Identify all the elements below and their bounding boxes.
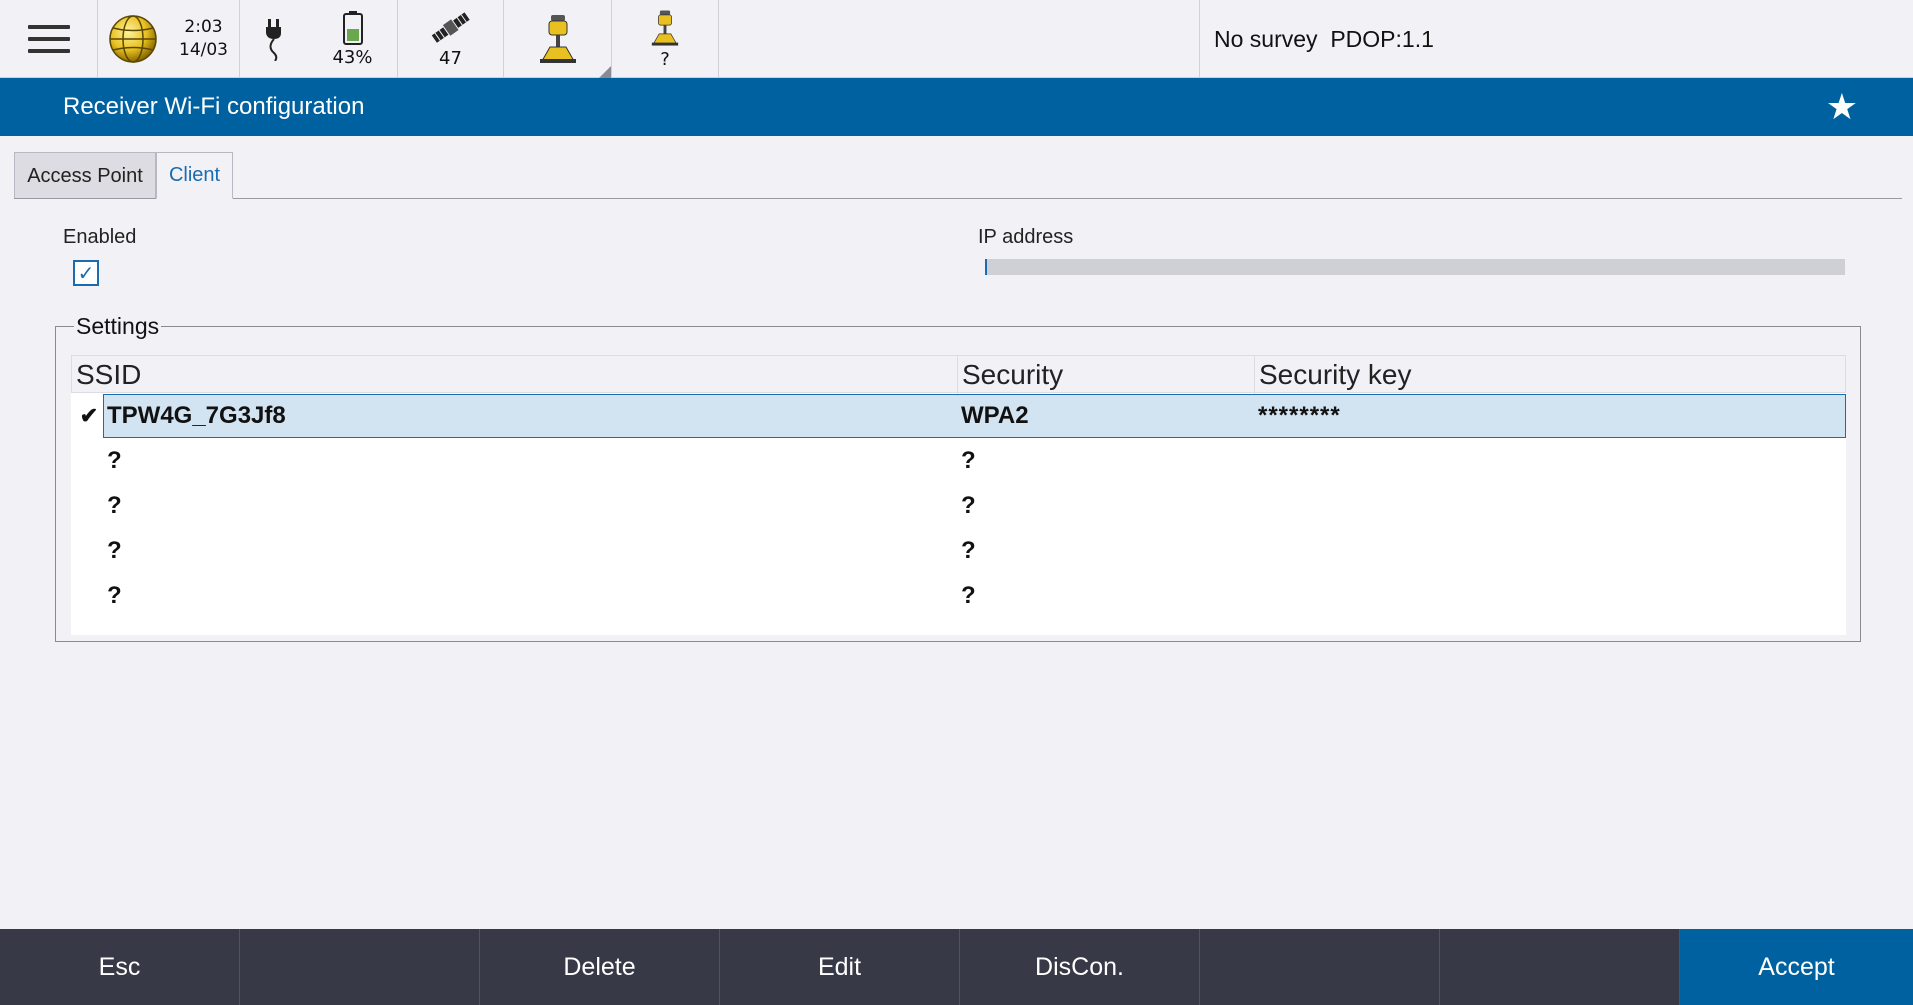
wifi-network-table: SSID Security Security key ✔ TPW4G_7G3Jf…	[71, 355, 1846, 635]
delete-button[interactable]: Delete	[480, 929, 720, 1005]
battery-percent: 43%	[332, 46, 373, 68]
ssid-cell: ?	[107, 447, 122, 474]
ssid-cell: ?	[107, 492, 122, 519]
title-bar: Receiver Wi-Fi configuration ★	[0, 78, 1913, 136]
accept-button[interactable]: Accept	[1680, 929, 1913, 1005]
pdop-text: PDOP:1.1	[1330, 25, 1434, 52]
edit-button[interactable]: Edit	[720, 929, 960, 1005]
satellite-count: 47	[439, 47, 462, 69]
globe-icon	[109, 15, 157, 63]
softkey-empty-3	[1440, 929, 1680, 1005]
ip-address-field[interactable]	[985, 259, 1845, 275]
ssid-cell: ?	[107, 537, 122, 564]
receiver-2-text: ?	[660, 48, 670, 70]
globe-button[interactable]	[98, 0, 168, 78]
battery-icon	[342, 10, 363, 45]
power-status[interactable]	[240, 0, 308, 78]
clock: 2:03 14/03	[168, 0, 240, 78]
menu-icon	[27, 25, 70, 53]
receiver-status-2[interactable]: ?	[612, 0, 719, 78]
esc-button[interactable]: Esc	[0, 929, 240, 1005]
table-row[interactable]: ✔ TPW4G_7G3Jf8 WPA2 ********	[71, 394, 1846, 438]
security-cell: ?	[961, 537, 976, 564]
star-icon[interactable]: ★	[1826, 89, 1858, 125]
table-header: SSID Security Security key	[71, 355, 1846, 394]
tab-bar: Access Point Client	[14, 152, 233, 199]
softkey-empty-2	[1200, 929, 1440, 1005]
survey-status-text: No survey	[1214, 25, 1318, 52]
ssid-cell: ?	[107, 582, 122, 609]
tab-divider	[14, 198, 1902, 199]
menu-button[interactable]	[0, 0, 98, 78]
gnss-receiver-icon	[539, 15, 576, 63]
receiver-status[interactable]	[504, 0, 612, 78]
connected-check-icon: ✔	[79, 403, 99, 428]
power-plug-icon	[266, 19, 281, 61]
time-text: 2:03	[184, 17, 223, 37]
softkey-bar: Esc Delete Edit DisCon. Accept	[0, 929, 1913, 1005]
enabled-label: Enabled	[63, 226, 137, 248]
security-key-cell: ********	[1258, 402, 1341, 429]
security-cell: ?	[961, 492, 976, 519]
satellite-status[interactable]: 47	[398, 0, 504, 78]
survey-status[interactable]: No survey PDOP:1.1	[1199, 0, 1913, 78]
tab-access-point[interactable]: Access Point	[14, 152, 156, 199]
status-bar: 2:03 14/03 43% 47 ? No survey PDOP:1.1	[0, 0, 1913, 78]
date-text: 14/03	[179, 40, 228, 60]
column-header-ssid[interactable]: SSID	[72, 356, 958, 394]
tab-client[interactable]: Client	[156, 152, 233, 199]
ssid-cell: TPW4G_7G3Jf8	[107, 402, 286, 429]
table-row[interactable]: ? ?	[71, 529, 1846, 573]
corner-indicator	[599, 66, 611, 78]
table-row[interactable]: ? ?	[71, 574, 1846, 618]
disconnect-button[interactable]: DisCon.	[960, 929, 1200, 1005]
column-header-security-key[interactable]: Security key	[1255, 356, 1845, 394]
table-row[interactable]: ? ?	[71, 484, 1846, 528]
satellite-icon	[431, 11, 470, 43]
column-header-security[interactable]: Security	[958, 356, 1255, 394]
gnss-receiver-icon	[651, 9, 679, 46]
ip-address-label: IP address	[978, 226, 1074, 248]
check-icon: ✓	[77, 261, 95, 285]
table-row[interactable]: ? ?	[71, 439, 1846, 483]
security-cell: ?	[961, 447, 976, 474]
settings-group-title: Settings	[74, 313, 162, 340]
softkey-empty-1	[240, 929, 480, 1005]
security-cell: ?	[961, 582, 976, 609]
page-title: Receiver Wi-Fi configuration	[63, 93, 365, 120]
battery-status[interactable]: 43%	[308, 0, 398, 78]
enabled-checkbox[interactable]: ✓	[73, 260, 99, 286]
security-cell: WPA2	[961, 402, 1029, 429]
